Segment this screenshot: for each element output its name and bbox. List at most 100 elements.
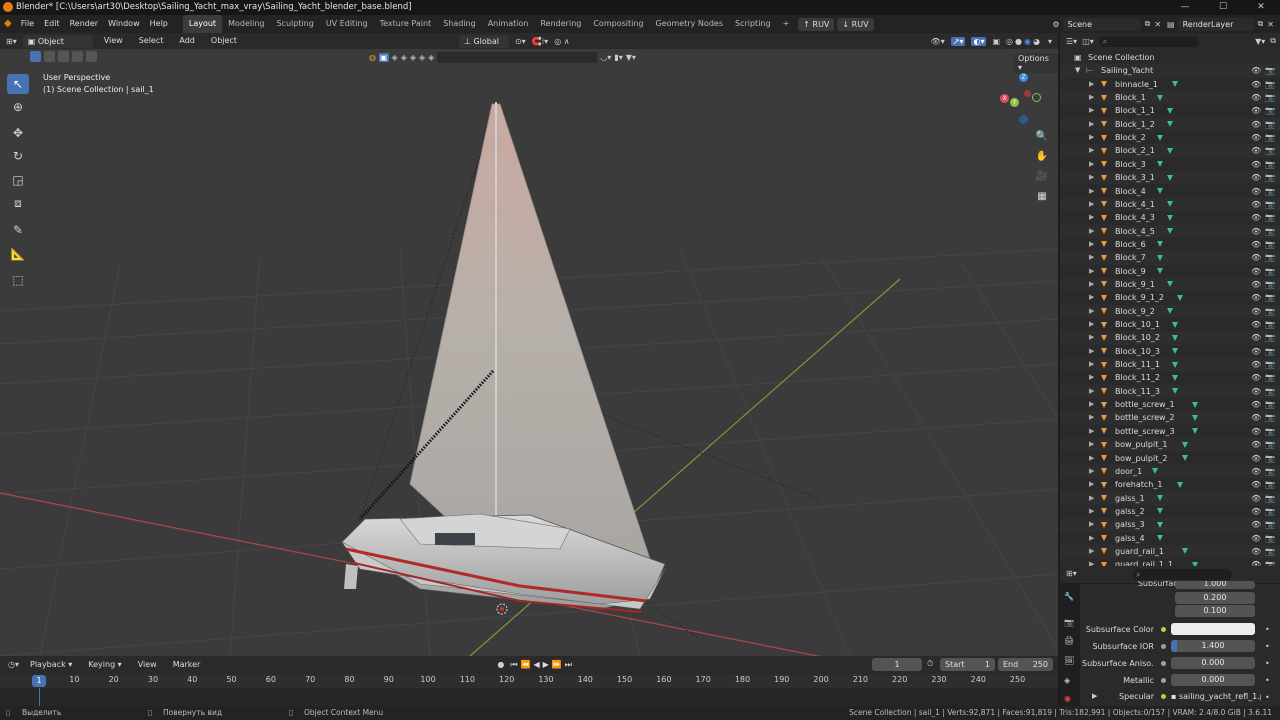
subsurface-ior-socket-icon[interactable] [1161, 644, 1166, 649]
pivot-icon[interactable]: ⊙▾ [515, 37, 526, 46]
eye-icon[interactable]: 👁 [1251, 78, 1261, 91]
camera-icon[interactable]: 📷 [1265, 278, 1275, 291]
camera-icon[interactable]: 📷 [1265, 185, 1275, 198]
camera-icon[interactable]: 📷 [1265, 104, 1275, 117]
mesh-data-icon[interactable] [1181, 441, 1188, 448]
expand-icon[interactable]: ▶ [1089, 398, 1094, 411]
options-button[interactable]: Options ▾ [1014, 53, 1058, 73]
zoom-icon[interactable]: 🔍 [1033, 128, 1051, 146]
eye-icon[interactable]: 👁 [1251, 265, 1261, 278]
eye-icon[interactable]: 👁 [1251, 492, 1261, 505]
mesh-data-icon[interactable] [1181, 455, 1188, 461]
outliner-search[interactable]: ⌕ [1098, 35, 1199, 47]
expand-icon[interactable]: ▶ [1089, 518, 1094, 531]
expand-icon[interactable]: ▶ [1089, 385, 1094, 398]
start-frame-field[interactable]: Start 1 [940, 658, 995, 671]
outliner-item[interactable]: ▶ 👁 📷 door_1 [1060, 464, 1280, 479]
camera-icon[interactable]: 📷 [1265, 505, 1275, 518]
outliner-item[interactable]: ▶ 👁 📷 galss_2 [1060, 505, 1280, 518]
expand-icon[interactable]: ▶ [1089, 345, 1094, 358]
viewport-pin-icon[interactable]: ◡▾ [600, 53, 611, 62]
expand-icon[interactable]: ▶ [1089, 265, 1094, 278]
camera-icon[interactable]: 📷 [1265, 545, 1275, 558]
eye-icon[interactable]: 👁 [1251, 118, 1261, 131]
eye-icon[interactable]: 👁 [1251, 305, 1261, 318]
camera-icon[interactable]: 📷 [1265, 225, 1275, 238]
color-icon[interactable]: ◍ [369, 53, 376, 62]
outliner-item[interactable]: ▶ 👁 📷 Block_11_2 [1060, 371, 1280, 384]
timeline-menu-keying[interactable]: Keying ▾ [83, 656, 126, 674]
solid-shading-icon[interactable]: ● [1015, 37, 1024, 46]
outliner-item[interactable]: ▶ 👁 📷 Block_9_2 [1060, 304, 1280, 318]
filter-icon-1[interactable]: ◈ [392, 53, 398, 62]
mesh-data-icon[interactable] [1157, 254, 1164, 261]
record-button-icon[interactable]: ● [497, 660, 504, 669]
camera-icon[interactable]: 📷 [1265, 492, 1275, 505]
mesh-data-icon[interactable] [1191, 401, 1198, 408]
outliner-item[interactable]: ▶ 👁 📷 Block_4 [1060, 185, 1280, 198]
expand-icon[interactable]: ▶ [1089, 532, 1094, 545]
expand-icon[interactable]: ▶ [1089, 251, 1094, 264]
mesh-data-icon[interactable] [1167, 228, 1174, 235]
camera-icon[interactable]: 📷 [1265, 558, 1275, 566]
tab-compositing[interactable]: Compositing [587, 15, 649, 33]
metallic-field[interactable]: 0.000 [1171, 674, 1255, 686]
eye-icon[interactable]: 👁 [1251, 558, 1261, 566]
mesh-data-icon[interactable] [1172, 388, 1178, 395]
subsurface-color-swatch[interactable] [1171, 623, 1255, 635]
expand-icon[interactable]: ▶ [1089, 465, 1094, 478]
gizmo-neg-z[interactable] [1019, 115, 1028, 124]
3d-viewport[interactable]: ◍ ▣ ◈ ◈ ◈ ◈ ◈ ◡▾ ▮▾ ▼▾ Options ▾ ↖ ⊕ ✥ ↻… [0, 49, 1058, 656]
camera-icon[interactable]: 📷 [1265, 318, 1275, 331]
outliner-item[interactable]: ▶ 👁 📷 bow_pulpit_1 [1060, 438, 1280, 452]
gizmo-toggle-icon[interactable]: ↗▾ [950, 36, 966, 46]
viewport-menu-view[interactable]: View [99, 32, 128, 50]
output-tab-icon[interactable]: 🖨 [1064, 636, 1074, 645]
filter-icon-4[interactable]: ◈ [419, 53, 425, 62]
editor-type-icon[interactable]: ⊞▾ [6, 37, 17, 46]
eye-icon[interactable]: 👁 [1251, 465, 1261, 478]
eye-icon[interactable]: 👁 [1251, 425, 1261, 438]
camera-icon[interactable]: 📷 [1265, 158, 1275, 171]
tab-geometry-nodes[interactable]: Geometry Nodes [650, 15, 729, 33]
timeline-menu-marker[interactable]: Marker [168, 656, 206, 674]
camera-icon[interactable]: 📷 [1265, 385, 1275, 398]
camera-icon[interactable]: 📷 [1265, 438, 1275, 451]
mesh-data-icon[interactable] [1167, 147, 1174, 154]
outliner-item[interactable]: ▶ 👁 📷 Block_11_1 [1060, 358, 1280, 372]
filter-icon-3[interactable]: ◈ [410, 53, 416, 62]
pan-hand-icon[interactable]: ✋ [1033, 148, 1051, 166]
view-layer-delete-icon[interactable]: ✕ [1267, 20, 1274, 29]
tab-layout[interactable]: Layout [182, 15, 223, 33]
outliner-display-mode-icon[interactable]: ◫▾ [1082, 37, 1094, 46]
outliner-item[interactable]: ▶ 👁 📷 Block_9 [1060, 265, 1280, 278]
overlay-toggle-icon[interactable]: ◐▾ [971, 36, 987, 46]
xray-icon[interactable]: ▣ [992, 37, 1000, 46]
expand-icon[interactable]: ▶ [1089, 411, 1094, 424]
eye-icon[interactable]: 👁 [1251, 398, 1261, 411]
mesh-data-icon[interactable] [1157, 508, 1164, 515]
eye-icon[interactable]: 👁 [1251, 211, 1261, 224]
tab-texture-paint[interactable]: Texture Paint [374, 15, 438, 33]
subsurface-color-socket-icon[interactable] [1161, 627, 1166, 632]
outliner-item[interactable]: ▶ 👁 📷 Block_6 [1060, 238, 1280, 251]
mesh-data-icon[interactable] [1157, 134, 1164, 141]
expand-icon[interactable]: ▶ [1089, 91, 1094, 104]
expand-icon[interactable]: ▶ [1089, 478, 1094, 491]
eye-icon[interactable]: 👁 [1251, 158, 1261, 171]
timeline-editor-icon[interactable]: ◷▾ [8, 660, 19, 669]
expand-icon[interactable]: ▶ [1089, 452, 1094, 465]
menu-render[interactable]: Render [65, 15, 103, 33]
outliner-item[interactable]: ▶ 👁 📷 forehatch_1 [1060, 478, 1280, 491]
shading-options-icon[interactable]: ▾ [1048, 37, 1052, 46]
outliner-scene-collection[interactable]: ▣ Scene Collection [1060, 51, 1280, 64]
outliner-item[interactable]: ▶ 👁 📷 Block_10_1 [1060, 318, 1280, 331]
measure-tool-button[interactable]: 📐 [7, 244, 29, 264]
gizmo-y-axis[interactable]: Y [1010, 98, 1019, 107]
camera-icon[interactable]: 📷 [1265, 78, 1275, 91]
subsurface-aniso-field[interactable]: 0.000 [1171, 657, 1255, 669]
eye-icon[interactable]: 👁 [1251, 171, 1261, 184]
expand-icon[interactable]: ▶ [1089, 185, 1094, 198]
outliner-item[interactable]: ▶ 👁 📷 Block_3_1 [1060, 171, 1280, 185]
current-frame-field[interactable]: 1 [872, 658, 922, 671]
